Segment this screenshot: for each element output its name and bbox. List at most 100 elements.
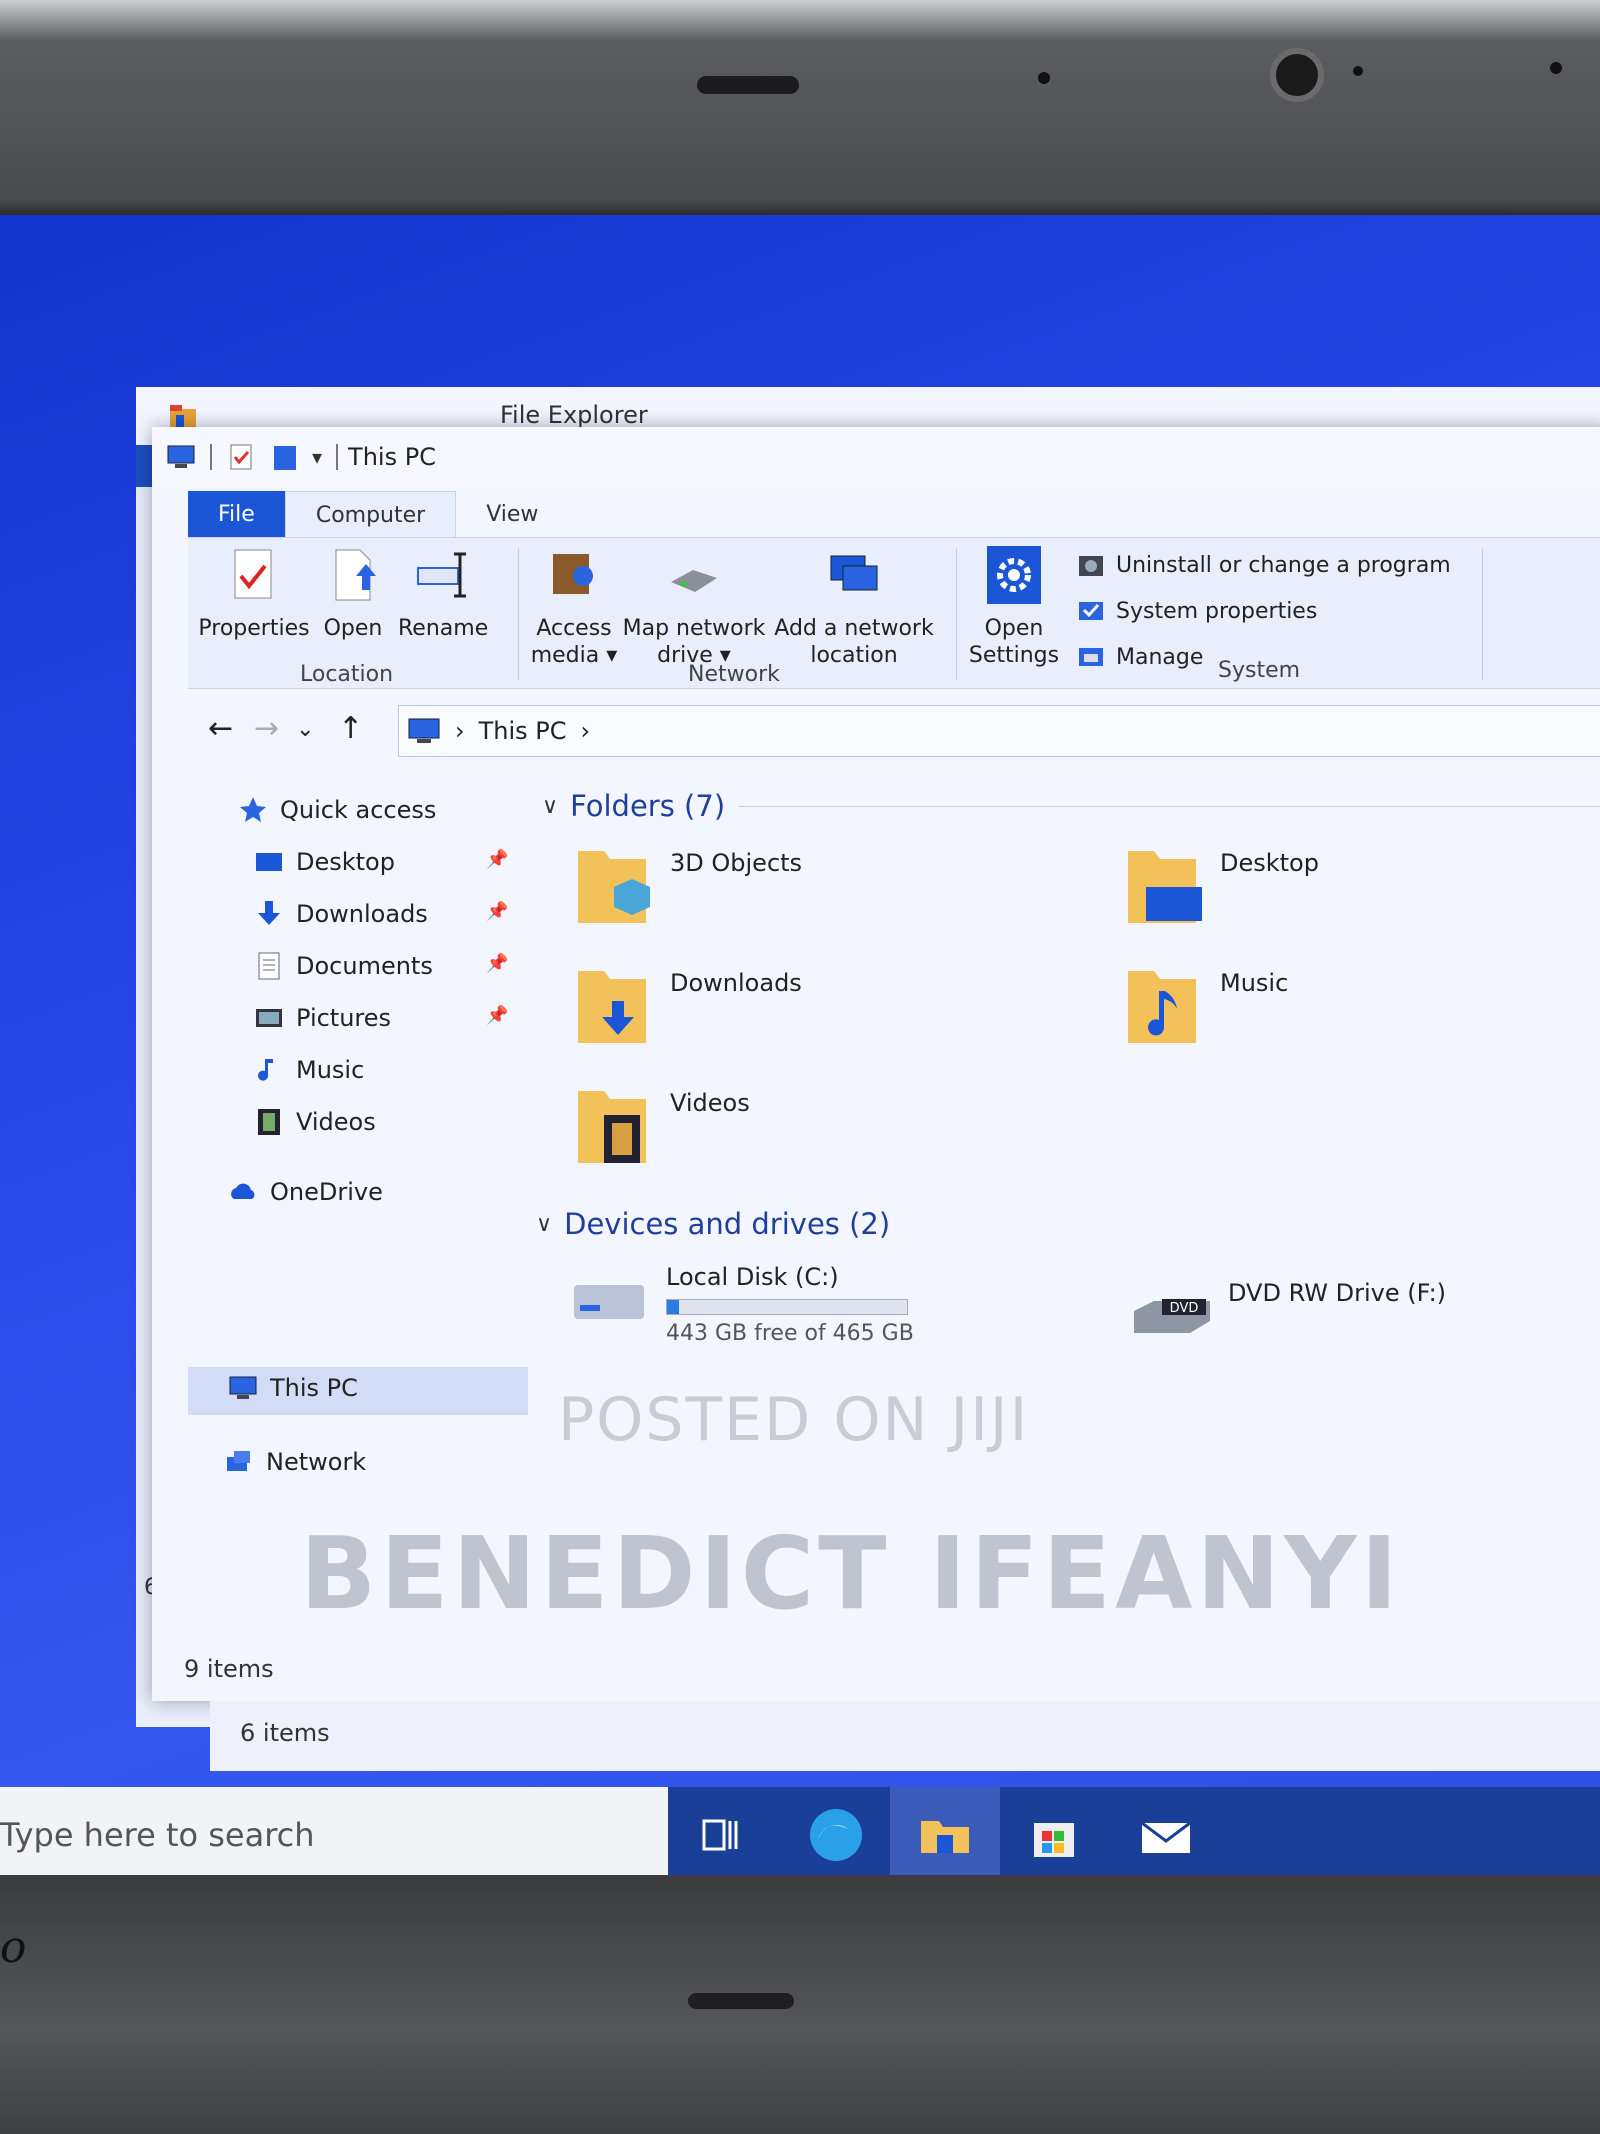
folder-desktop[interactable]: Desktop	[1124, 841, 1319, 933]
rename-label: Rename	[398, 616, 489, 641]
file-explorer-icon[interactable]	[915, 1805, 975, 1865]
sidebar-item-music[interactable]: Music	[254, 1055, 364, 1085]
open-icon	[335, 549, 376, 601]
store-bag-icon[interactable]	[1024, 1805, 1084, 1865]
collapse-chevron-icon[interactable]: ∨	[536, 1212, 552, 1237]
svg-text:DVD: DVD	[1170, 1301, 1199, 1316]
pin-icon[interactable]: 📌	[486, 849, 508, 870]
pin-icon[interactable]: 📌	[486, 1005, 508, 1026]
ribbon: Properties Open Rename Location Access m…	[188, 537, 1600, 689]
this-pc-window[interactable]: ▾ This PC File Computer View Properties …	[152, 427, 1600, 1701]
search-placeholder: Type here to search	[0, 1816, 315, 1854]
open-settings-button[interactable]: Open Settings	[964, 546, 1064, 669]
navigation-pane: Quick access Desktop Downloads Documents…	[188, 777, 528, 1577]
sidebar-item-network[interactable]: Network	[224, 1447, 366, 1477]
open-button[interactable]: Open	[318, 546, 388, 642]
manage-label: Manage	[1116, 644, 1204, 670]
folder-video-icon	[578, 1091, 646, 1163]
back-window-title: File Explorer	[500, 401, 648, 429]
hard-drive-icon	[574, 1285, 644, 1319]
gear-icon	[987, 546, 1041, 604]
system-properties-label: System properties	[1116, 598, 1318, 624]
sidebar-item-videos[interactable]: Videos	[254, 1107, 376, 1137]
network-group-label: Network	[688, 662, 780, 687]
window-title: This PC	[348, 443, 436, 471]
back-arrow-icon[interactable]: ←	[208, 711, 233, 746]
document-icon	[258, 952, 280, 980]
breadcrumb-separator-chevron-icon[interactable]: ›	[581, 717, 591, 745]
devices-section-header[interactable]: ∨ Devices and drives (2)	[536, 1207, 890, 1241]
taskbar: Type here to search	[0, 1787, 1600, 1875]
uninstall-program-button[interactable]: Uninstall or change a program	[1076, 550, 1451, 580]
sidebar-item-quick-access[interactable]: Quick access	[238, 795, 436, 825]
address-row: ← → ⌄ ↑ › This PC ›	[188, 701, 1600, 761]
network-drive-icon	[671, 570, 717, 592]
customize-qat-chevron-icon[interactable]: ▾	[312, 445, 322, 469]
sidebar-item-this-pc[interactable]: This PC	[228, 1373, 358, 1403]
collapse-chevron-icon[interactable]: ∨	[542, 794, 558, 819]
map-network-drive-button[interactable]: Map network drive ▾	[620, 546, 768, 669]
divider	[739, 806, 1600, 807]
open-label: Open	[323, 616, 383, 641]
sidebar-item-desktop[interactable]: Desktop	[254, 847, 395, 877]
address-bar[interactable]: › This PC ›	[398, 705, 1600, 757]
breadcrumb-this-pc[interactable]: This PC	[479, 717, 567, 745]
ribbon-tabs: File Computer View	[188, 491, 568, 538]
rename-button[interactable]: Rename	[398, 546, 488, 642]
sidebar-item-documents[interactable]: Documents	[254, 951, 433, 981]
sidebar-item-pictures[interactable]: Pictures	[254, 1003, 391, 1033]
recent-locations-chevron-icon[interactable]: ⌄	[296, 717, 314, 742]
star-icon	[240, 797, 266, 822]
tab-view[interactable]: View	[456, 491, 568, 537]
drive-c[interactable]: Local Disk (C:) 443 GB free of 465 GB	[570, 1255, 914, 1347]
folder-videos[interactable]: Videos	[574, 1081, 750, 1173]
taskbar-search-box[interactable]: Type here to search	[0, 1787, 668, 1875]
up-arrow-icon[interactable]: ↑	[338, 711, 363, 746]
map-network-drive-label-1: Map network	[622, 616, 766, 641]
mail-icon[interactable]	[1136, 1805, 1196, 1865]
watermark-line-1: POSTED ON JIJI	[558, 1385, 1030, 1455]
folder-music[interactable]: Music	[1124, 961, 1288, 1053]
add-network-location-label-2: location	[810, 643, 898, 668]
folder-3d-icon	[578, 851, 650, 923]
system-group-label: System	[1218, 658, 1301, 683]
folder-download-icon	[578, 971, 646, 1043]
tab-file[interactable]: File	[188, 491, 285, 537]
desktop-icon	[256, 853, 282, 871]
film-icon	[258, 1109, 280, 1135]
folders-section-header[interactable]: ∨ Folders (7)	[542, 789, 1600, 823]
drive-f[interactable]: DVD DVD RW Drive (F:)	[1132, 1271, 1446, 1363]
sidebar-item-onedrive[interactable]: OneDrive	[228, 1177, 383, 1207]
laptop-bezel-top	[0, 0, 1600, 215]
sidebar-item-downloads[interactable]: Downloads	[254, 899, 428, 929]
media-icon	[553, 554, 593, 594]
add-network-location-button[interactable]: Add a network location	[770, 546, 938, 669]
sensor-dot	[1550, 62, 1562, 74]
manage-icon	[1079, 648, 1103, 666]
system-properties-button[interactable]: System properties	[1076, 596, 1317, 626]
pin-icon[interactable]: 📌	[486, 953, 508, 974]
folder-downloads[interactable]: Downloads	[574, 961, 802, 1053]
webcam-icon	[1270, 48, 1324, 102]
programs-icon	[1079, 556, 1103, 576]
computer-icon	[408, 718, 440, 743]
properties-label: Properties	[198, 616, 310, 641]
task-view-icon[interactable]	[690, 1805, 750, 1865]
properties-button[interactable]: Properties	[198, 546, 310, 642]
access-media-label-2: media ▾	[530, 643, 618, 668]
divider	[956, 548, 957, 680]
download-arrow-icon	[258, 901, 280, 925]
edge-browser-icon[interactable]	[806, 1805, 866, 1865]
manage-button[interactable]: Manage	[1076, 642, 1203, 672]
new-folder-icon[interactable]	[270, 442, 300, 472]
properties-check-icon[interactable]	[226, 442, 256, 472]
access-media-button[interactable]: Access media ▾	[530, 546, 618, 669]
folder-3d-objects[interactable]: 3D Objects	[574, 841, 802, 933]
tab-computer[interactable]: Computer	[284, 491, 457, 538]
computer-icon	[167, 445, 195, 468]
pin-icon[interactable]: 📌	[486, 901, 508, 922]
window-titlebar: ▾ This PC	[152, 427, 1600, 487]
forward-arrow-icon[interactable]: →	[254, 711, 279, 746]
divider	[518, 548, 519, 680]
bezel-slot	[697, 76, 799, 94]
